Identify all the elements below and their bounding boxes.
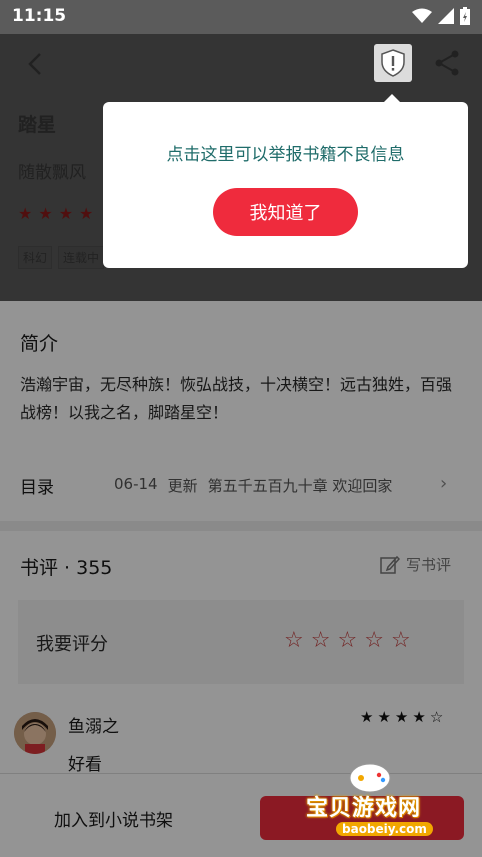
- shield-icon: [381, 49, 405, 77]
- got-it-button[interactable]: 我知道了: [213, 188, 358, 236]
- popup-message: 点击这里可以举报书籍不良信息: [166, 145, 405, 165]
- battery-icon: [460, 7, 470, 25]
- watermark-url: baobeiy.com: [336, 822, 433, 836]
- status-bar: 11:15: [0, 0, 482, 34]
- status-icons: [412, 7, 470, 25]
- status-time: 11:15: [12, 6, 67, 26]
- watermark: 宝贝游戏网 baobeiy.com: [304, 760, 454, 850]
- watermark-text: 宝贝游戏网: [306, 796, 422, 821]
- signal-icon: [438, 8, 454, 24]
- wifi-icon: [412, 8, 432, 23]
- gamepad-icon: [349, 763, 391, 793]
- report-guide-popup: 点击这里可以举报书籍不良信息 我知道了: [103, 102, 468, 268]
- report-button-highlight[interactable]: [374, 44, 412, 82]
